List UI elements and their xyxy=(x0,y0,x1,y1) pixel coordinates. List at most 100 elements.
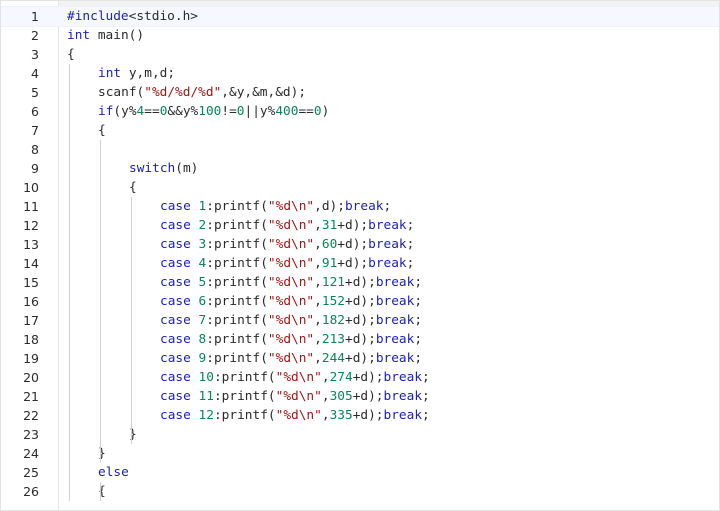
string-token: "%d\n" xyxy=(267,313,315,328)
code-line[interactable]: 14 case 4:printf("%d\n",91+d);break; xyxy=(1,254,719,273)
code-text[interactable]: case 6:printf("%d\n",152+d);break; xyxy=(160,292,422,311)
code-line[interactable]: 3{ xyxy=(1,45,719,64)
keyword-token: case xyxy=(160,294,191,309)
code-text[interactable]: case 12:printf("%d\n",335+d);break; xyxy=(160,406,430,425)
code-line[interactable]: 10 { xyxy=(1,178,719,197)
keyword-token: case xyxy=(160,218,191,233)
code-token: ; xyxy=(414,332,423,347)
code-token: , xyxy=(321,389,330,404)
keyword-token: break xyxy=(368,256,407,271)
string-token: "%d\n" xyxy=(267,199,315,214)
code-token: :printf( xyxy=(213,370,276,385)
code-line[interactable]: 23} xyxy=(1,425,719,444)
number-token: 31 xyxy=(321,218,338,233)
code-line[interactable]: 6 if(y%4==0&&y%100!=0||y%400==0) xyxy=(1,102,719,121)
code-token: == xyxy=(298,104,314,119)
number-token: 11 xyxy=(198,389,214,404)
code-token: ; xyxy=(406,256,415,271)
code-token: , xyxy=(314,332,322,347)
line-number: 11 xyxy=(23,199,39,214)
code-text[interactable]: { xyxy=(129,178,137,197)
keyword-token: case xyxy=(160,275,191,290)
code-text[interactable]: case 9:printf("%d\n",244+d);break; xyxy=(160,349,422,368)
code-text[interactable]: case 2:printf("%d\n",31+d);break; xyxy=(160,216,414,235)
code-text[interactable]: case 4:printf("%d\n",91+d);break; xyxy=(160,254,414,273)
code-text[interactable]: case 1:printf("%d\n",d);break; xyxy=(160,197,391,216)
code-text[interactable]: case 7:printf("%d\n",182+d);break; xyxy=(160,311,422,330)
code-text[interactable]: case 8:printf("%d\n",213+d);break; xyxy=(160,330,422,349)
line-number: 3 xyxy=(31,47,39,62)
string-token: "%d\n" xyxy=(267,275,315,290)
code-token: != xyxy=(221,104,237,119)
code-line[interactable]: 2 int main() xyxy=(1,26,719,45)
string-token: "%d\n" xyxy=(267,332,315,347)
code-text[interactable]: case 10:printf("%d\n",274+d);break; xyxy=(160,368,430,387)
code-text[interactable]: int y,m,d; xyxy=(98,64,175,83)
code-line[interactable]: 8 xyxy=(1,140,719,159)
code-line[interactable]: 15 case 5:printf("%d\n",121+d);break; xyxy=(1,273,719,292)
code-text[interactable]: case 3:printf("%d\n",60+d);break; xyxy=(160,235,414,254)
code-line[interactable]: 9 switch(m) xyxy=(1,159,719,178)
keyword-token: break xyxy=(383,389,423,404)
code-token: +d); xyxy=(344,313,376,328)
code-text[interactable]: { xyxy=(98,121,106,140)
keyword-token: else xyxy=(98,465,129,480)
code-line[interactable]: 17 case 7:printf("%d\n",182+d);break; xyxy=(1,311,719,330)
code-text[interactable]: scanf("%d/%d/%d",&y,&m,&d); xyxy=(98,83,306,102)
code-text[interactable]: case 5:printf("%d\n",121+d);break; xyxy=(160,273,422,292)
code-text[interactable]: { xyxy=(67,45,75,64)
keyword-token: case xyxy=(160,199,191,214)
keyword-token: break xyxy=(375,332,415,347)
code-line[interactable]: 1 #include<stdio.h> xyxy=(1,6,719,27)
code-token: , xyxy=(321,370,330,385)
line-number: 24 xyxy=(23,446,39,461)
keyword-token: case xyxy=(160,351,191,366)
code-token: +d); xyxy=(352,408,384,423)
code-line[interactable]: 24} xyxy=(1,444,719,463)
code-line[interactable]: 4 int y,m,d; xyxy=(1,64,719,83)
code-token: :printf( xyxy=(213,408,276,423)
string-token: "%d\n" xyxy=(275,408,322,423)
code-line[interactable]: 12 case 2:printf("%d\n",31+d);break; xyxy=(1,216,719,235)
keyword-token: int xyxy=(98,66,122,81)
code-line[interactable]: 16 case 6:printf("%d\n",152+d);break; xyxy=(1,292,719,311)
code-text[interactable]: else xyxy=(98,463,129,482)
code-text[interactable]: int main() xyxy=(67,26,144,45)
code-line[interactable]: 7{ xyxy=(1,121,719,140)
number-token: 60 xyxy=(321,237,338,252)
code-token: ) xyxy=(321,104,330,119)
code-line[interactable]: 11 case 1:printf("%d\n",d);break; xyxy=(1,197,719,216)
code-line[interactable]: 18 case 8:printf("%d\n",213+d);break; xyxy=(1,330,719,349)
code-text[interactable]: switch(m) xyxy=(129,159,198,178)
code-token: ||y% xyxy=(244,104,276,119)
number-token: 121 xyxy=(321,275,345,290)
code-line[interactable]: 19 case 9:printf("%d\n",244+d);break; xyxy=(1,349,719,368)
code-token: :printf( xyxy=(206,218,268,233)
code-line[interactable]: 21 case 11:printf("%d\n",305+d);break; xyxy=(1,387,719,406)
keyword-token: break xyxy=(368,218,407,233)
indent-guide xyxy=(131,197,132,444)
keyword-token: break xyxy=(383,408,423,423)
code-line[interactable]: 13 case 3:printf("%d\n",60+d);break; xyxy=(1,235,719,254)
code-line[interactable]: 26{ xyxy=(1,482,719,501)
code-text[interactable]: case 11:printf("%d\n",305+d);break; xyxy=(160,387,430,406)
code-token: ; xyxy=(383,199,392,214)
line-number: 25 xyxy=(23,465,39,480)
code-line[interactable]: 25 else xyxy=(1,463,719,482)
code-line[interactable]: 5 scanf("%d/%d/%d",&y,&m,&d); xyxy=(1,83,719,102)
number-token: 0 xyxy=(236,104,245,119)
code-editor[interactable]: 1 #include<stdio.h> 2 int main() 3{4 int y,m,… xyxy=(0,0,720,511)
code-line[interactable]: 20 case 10:printf("%d\n",274+d);break; xyxy=(1,368,719,387)
code-text[interactable]: #include<stdio.h> xyxy=(67,7,198,26)
code-token: scanf( xyxy=(98,85,145,100)
code-token: ,d); xyxy=(314,199,345,214)
code-token: ; xyxy=(406,218,415,233)
code-line[interactable]: 22 case 12:printf("%d\n",335+d);break; xyxy=(1,406,719,425)
indent-guide xyxy=(100,482,101,501)
code-token: , xyxy=(314,294,322,309)
code-text[interactable]: if(y%4==0&&y%100!=0||y%400==0) xyxy=(98,102,329,121)
